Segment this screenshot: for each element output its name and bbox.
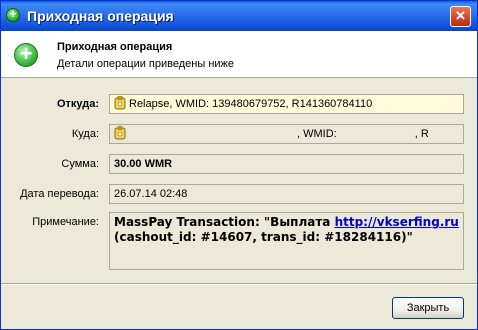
amount-label: Сумма: <box>61 158 99 170</box>
close-icon[interactable]: × <box>450 6 471 27</box>
from-label: Откуда: <box>56 98 99 110</box>
add-circle-icon: + <box>6 8 20 22</box>
add-circle-icon: + <box>14 43 38 67</box>
dialog-header: + Приходная операция Детали операции при… <box>1 31 477 78</box>
amount-field[interactable]: 30.00 WMR <box>109 154 464 174</box>
header-subtitle: Детали операции приведены ниже <box>57 58 235 70</box>
note-suffix: (cashout_id: #14607, trans_id: #18284116… <box>114 230 413 244</box>
header-title: Приходная операция <box>57 41 173 53</box>
close-button[interactable]: Закрыть <box>392 297 464 319</box>
note-label: Примечание: <box>32 216 99 228</box>
transaction-window: + Приходная операция × + Приходная опера… <box>0 0 478 330</box>
date-field[interactable]: 26.07.14 02:48 <box>109 184 464 204</box>
separator <box>1 283 477 285</box>
to-label: Куда: <box>71 128 99 140</box>
note-prefix: MassPay Transaction: "Выплата <box>114 215 335 229</box>
from-value: Relapse, WMID: 139480679752, R1413607841… <box>129 98 373 110</box>
webmoney-wallet-icon <box>114 96 126 110</box>
note-field[interactable]: MassPay Transaction: "Выплата http://vks… <box>109 212 464 270</box>
to-field[interactable]: , WMID: , R <box>109 124 464 144</box>
date-label: Дата перевода: <box>20 188 99 200</box>
from-field[interactable]: Relapse, WMID: 139480679752, R1413607841… <box>109 94 464 114</box>
note-link[interactable]: http://vkserfing.ru <box>335 215 459 229</box>
title-bar[interactable]: + Приходная операция × <box>1 1 477 31</box>
to-wmid-label: , WMID: <box>297 128 337 140</box>
webmoney-wallet-icon <box>114 126 126 140</box>
to-suffix: , R <box>414 128 429 140</box>
window-title: Приходная операция <box>27 8 174 24</box>
